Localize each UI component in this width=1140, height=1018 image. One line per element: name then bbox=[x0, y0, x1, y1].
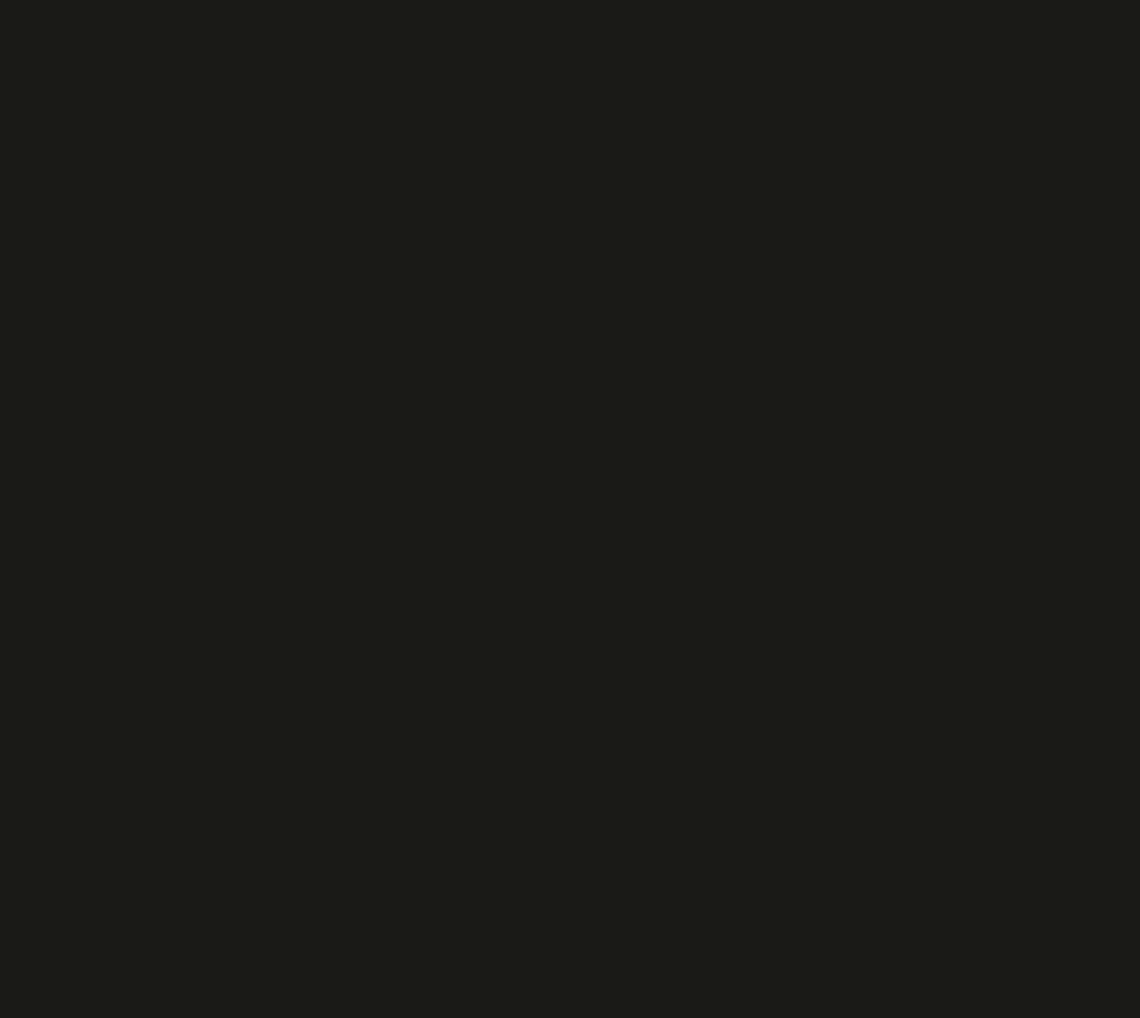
tier-list-board bbox=[0, 0, 1140, 1018]
